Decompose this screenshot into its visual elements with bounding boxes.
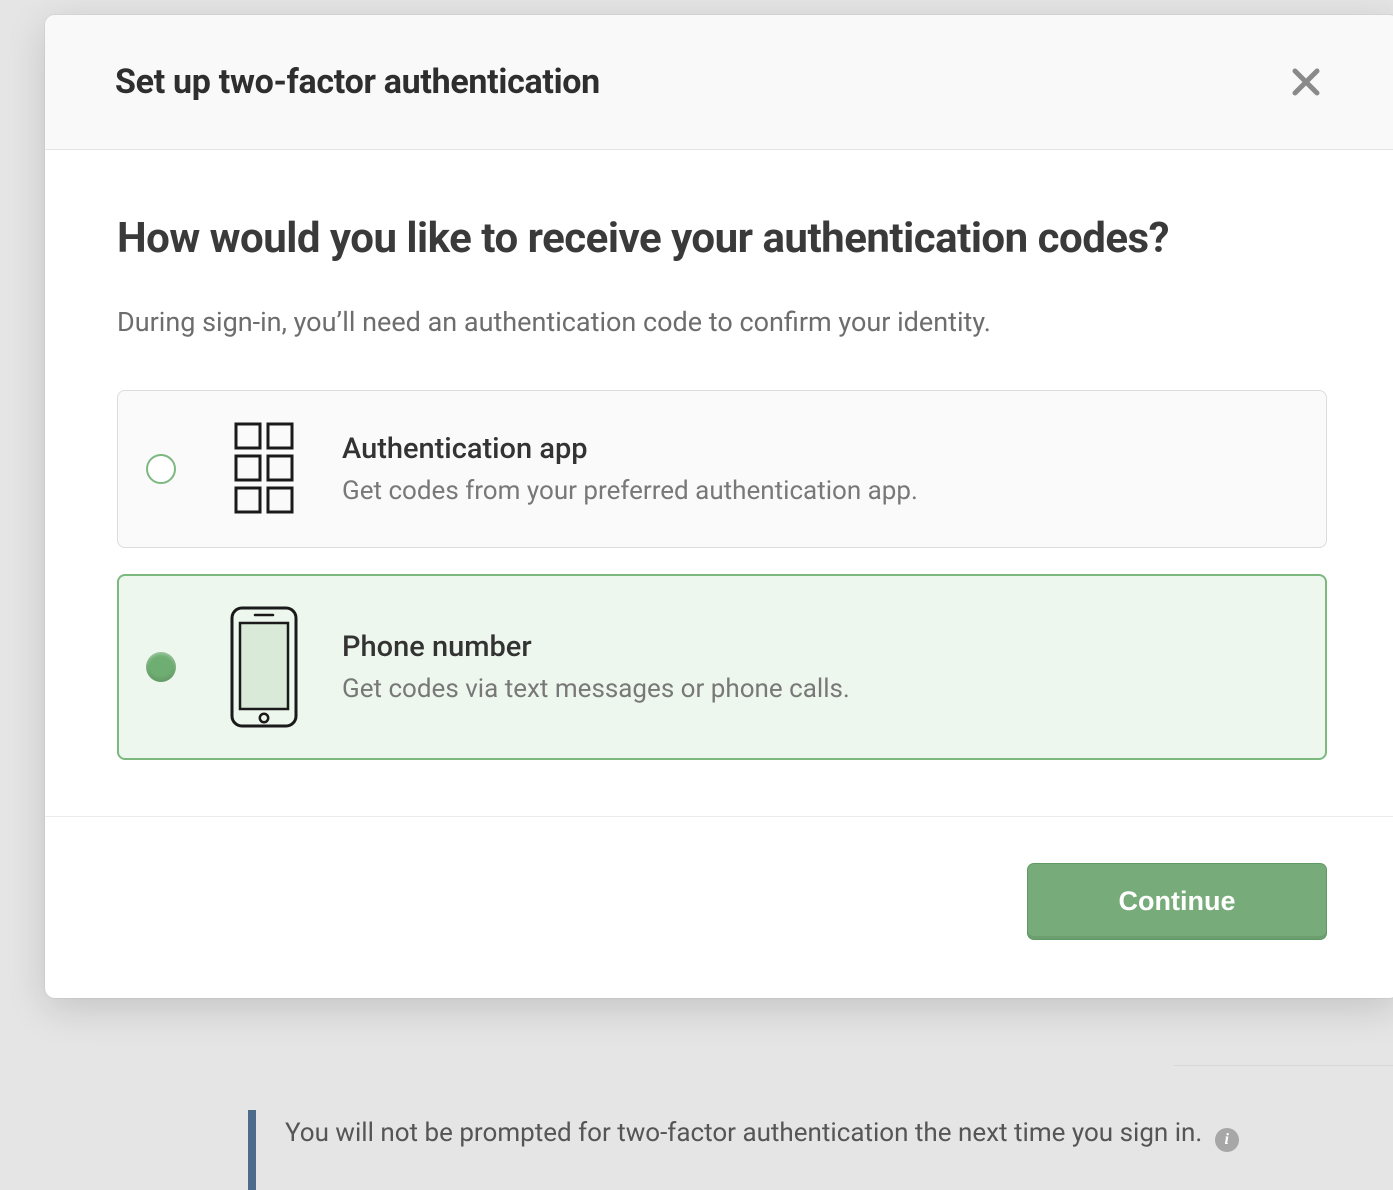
two-factor-setup-modal: Set up two-factor authentication How wou… (45, 15, 1393, 998)
continue-button[interactable]: Continue (1027, 863, 1327, 940)
option-authentication-app[interactable]: Authentication app Get codes from your p… (117, 390, 1327, 548)
close-icon (1291, 67, 1321, 97)
options-group: Authentication app Get codes from your p… (117, 390, 1327, 760)
option-description: Get codes from your preferred authentica… (342, 476, 918, 506)
modal-body: How would you like to receive your authe… (45, 150, 1393, 816)
modal-header: Set up two-factor authentication (45, 15, 1393, 150)
modal-title: Set up two-factor authentication (115, 62, 600, 102)
background-bottom-text-label: You will not be prompted for two-factor … (285, 1118, 1202, 1148)
radio-selected[interactable] (146, 652, 176, 682)
question-subtext: During sign-in, you’ll need an authentic… (117, 304, 1327, 342)
option-phone-number[interactable]: Phone number Get codes via text messages… (117, 574, 1327, 760)
grid-icon (224, 421, 304, 517)
question-title: How would you like to receive your authe… (117, 212, 1172, 266)
phone-icon (224, 605, 304, 729)
close-button[interactable] (1283, 59, 1329, 105)
option-title: Authentication app (342, 432, 918, 466)
background-accent-bar (248, 1110, 256, 1190)
option-title: Phone number (342, 630, 850, 664)
modal-footer: Continue (45, 816, 1393, 998)
background-bottom-text: You will not be prompted for two-factor … (285, 1118, 1239, 1152)
radio-unselected[interactable] (146, 454, 176, 484)
info-icon[interactable]: i (1215, 1128, 1239, 1152)
option-description: Get codes via text messages or phone cal… (342, 674, 850, 704)
